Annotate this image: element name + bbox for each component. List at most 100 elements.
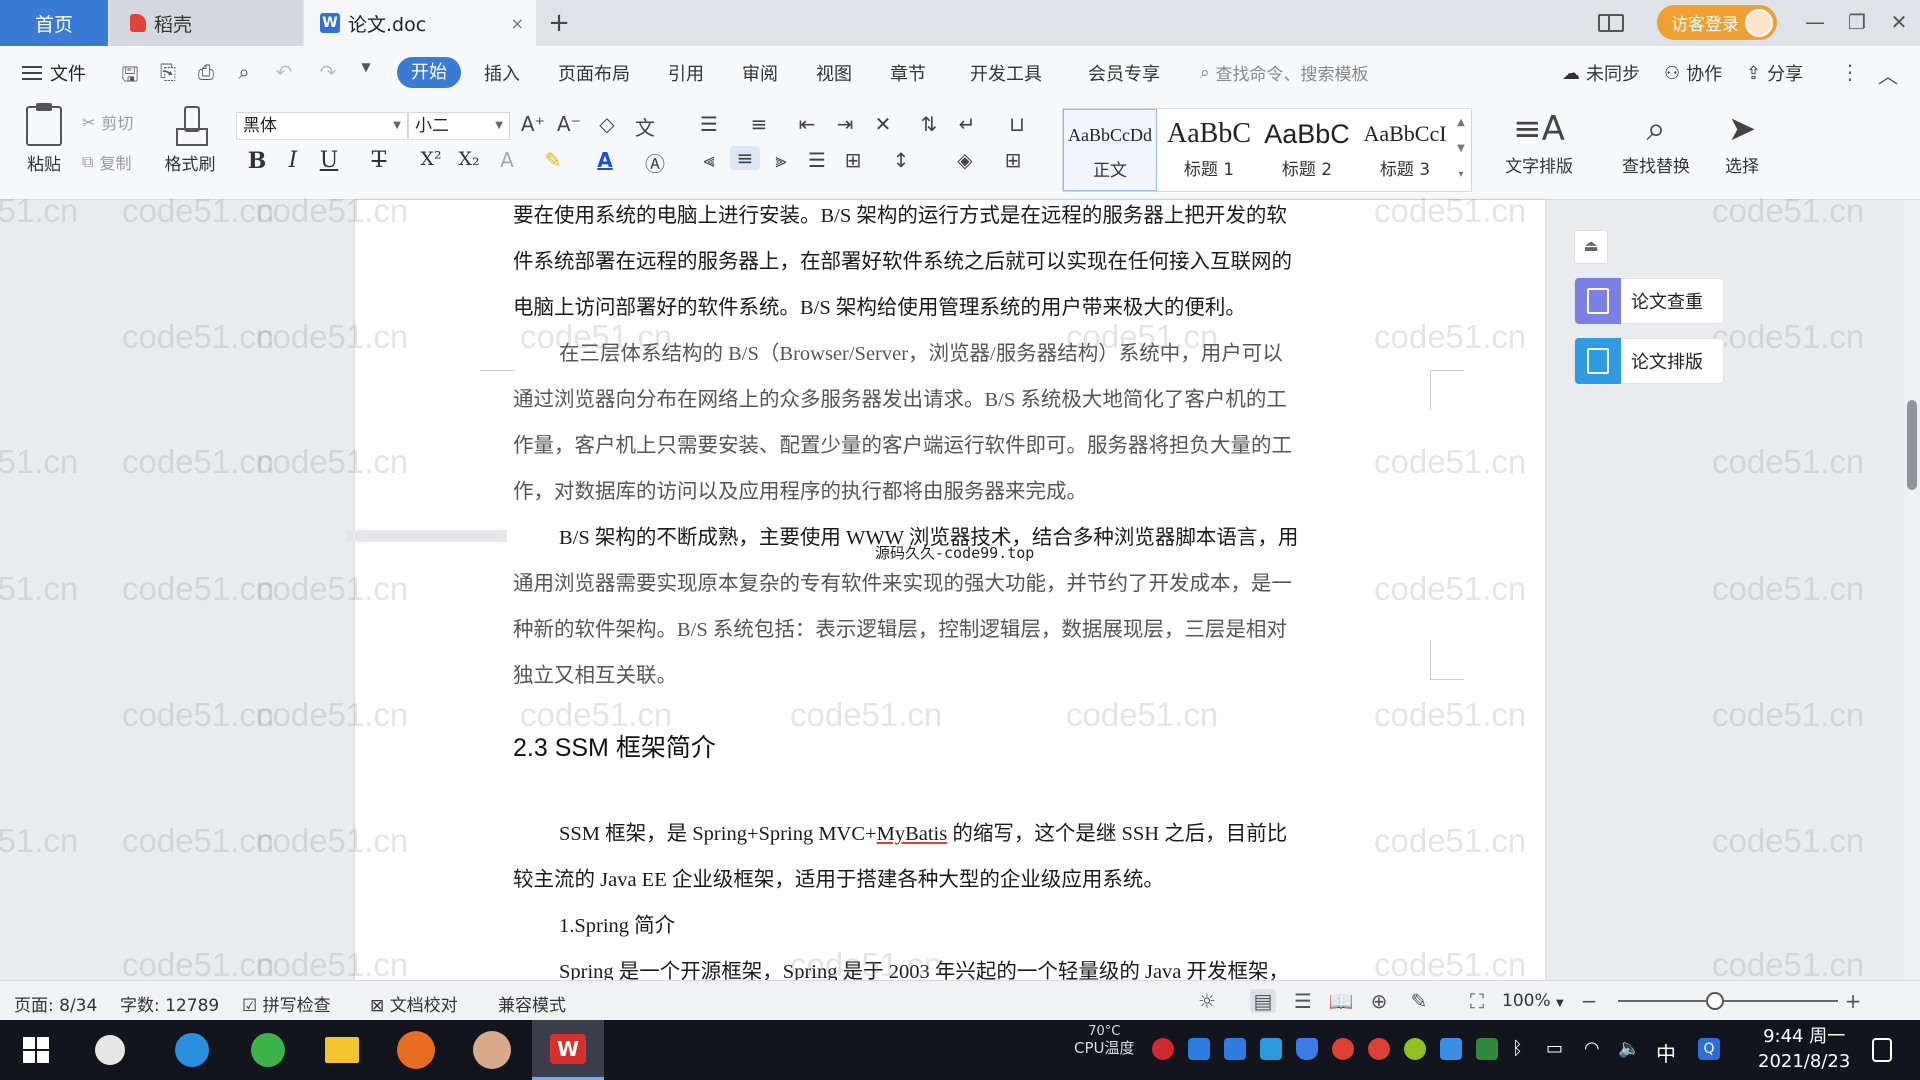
spell-check-button[interactable]: ☑ 拼写检查	[242, 991, 331, 1016]
web-view-icon[interactable]: ⊕	[1366, 989, 1392, 1013]
style-heading-2[interactable]: AaBbC 标题 2	[1259, 109, 1355, 191]
taskbar-app-photo[interactable]	[456, 1020, 528, 1080]
font-color-icon[interactable]: A	[590, 148, 620, 172]
zoom-level[interactable]: 100% ▼	[1502, 991, 1564, 1011]
print-preview-icon[interactable]: ⌕	[230, 60, 258, 84]
tab-ruler-icon[interactable]: ⊔	[1002, 112, 1032, 136]
chinese-layout-icon[interactable]: ✕	[868, 112, 898, 136]
sync-button[interactable]: ☁ 未同步	[1562, 60, 1640, 86]
system-clock[interactable]: 9:44 周一 2021/8/23	[1758, 1024, 1850, 1074]
copy-button[interactable]: ⧉ 复制	[82, 150, 131, 174]
eye-protection-icon[interactable]: ☼	[1194, 989, 1220, 1013]
tray-icon[interactable]	[1224, 1038, 1246, 1060]
menu-tab-references[interactable]: 引用	[668, 60, 704, 86]
paper-layout-button[interactable]: 论文排版	[1574, 338, 1724, 384]
fit-page-icon[interactable]: ⛶	[1464, 989, 1490, 1013]
collapse-panel-icon[interactable]: ⏏	[1574, 230, 1608, 264]
menu-tab-chapter[interactable]: 章节	[890, 60, 926, 86]
ime-app-icon[interactable]: Q	[1698, 1038, 1720, 1060]
restore-button[interactable]: ❐	[1842, 10, 1872, 34]
shield-icon[interactable]	[1296, 1038, 1318, 1060]
distribute-icon[interactable]: ⊞	[838, 148, 868, 172]
grow-font-icon[interactable]: A⁺	[518, 112, 548, 136]
tray-icon[interactable]	[1368, 1038, 1390, 1060]
collapse-ribbon-icon[interactable]: ︿	[1874, 60, 1902, 89]
print-icon[interactable]: ⎙	[192, 60, 220, 84]
document-page[interactable]: 要在使用系统的电脑上进行安装。B/S 架构的运行方式是在远程的服务器上把开发的软…	[347, 200, 1545, 983]
zoom-in-icon[interactable]: +	[1840, 989, 1866, 1013]
tab-document[interactable]: W 论文.doc ×	[304, 0, 536, 46]
write-mode-icon[interactable]: ✎	[1406, 989, 1432, 1013]
page-count[interactable]: 页面: 8/34	[14, 991, 97, 1016]
tray-icon[interactable]	[1260, 1038, 1282, 1060]
menu-tab-member[interactable]: 会员专享	[1088, 60, 1160, 86]
menu-tab-developer[interactable]: 开发工具	[970, 60, 1042, 86]
phonetic-guide-icon[interactable]: 文	[630, 112, 660, 141]
strikethrough-button[interactable]: T	[364, 148, 394, 173]
find-replace-button[interactable]: ⌕ 查找替换	[1606, 106, 1706, 177]
tab-home[interactable]: 首页	[0, 0, 108, 46]
cut-button[interactable]: ✂ 剪切	[82, 110, 133, 134]
italic-button[interactable]: I	[278, 148, 308, 173]
style-heading-1[interactable]: AaBbC 标题 1	[1161, 109, 1257, 191]
tray-icon[interactable]	[1332, 1038, 1354, 1060]
style-heading-3[interactable]: AaBbCcI 标题 3	[1357, 109, 1453, 191]
tray-icon[interactable]	[1440, 1038, 1462, 1060]
line-spacing-icon[interactable]: ↕	[886, 148, 916, 172]
font-size-select[interactable]: 小二 ▼	[408, 112, 510, 140]
file-menu[interactable]: 文件	[22, 60, 86, 86]
start-button[interactable]	[0, 1020, 72, 1080]
zoom-slider-handle[interactable]	[1706, 992, 1724, 1010]
format-painter-button[interactable]: 格式刷	[160, 106, 220, 175]
text-effect-icon[interactable]: A	[492, 148, 522, 172]
taskbar-app-media[interactable]	[380, 1020, 452, 1080]
document-proof-button[interactable]: ⊠ 文档校对	[370, 991, 458, 1016]
close-window-button[interactable]: ✕	[1884, 10, 1914, 34]
outline-view-icon[interactable]: ☰	[1290, 989, 1316, 1013]
quick-access-dropdown-icon[interactable]: ▼	[352, 60, 380, 74]
taskbar-app-pinwheel[interactable]	[74, 1020, 146, 1080]
shrink-font-icon[interactable]: A⁻	[554, 112, 584, 136]
paste-button[interactable]: 粘贴	[16, 103, 72, 175]
align-left-icon[interactable]: ⫷	[694, 148, 724, 172]
align-center-icon[interactable]: ≡	[730, 146, 760, 170]
export-pdf-icon[interactable]: ⎘	[154, 60, 182, 84]
text-layout-button[interactable]: ≡A 文字排版	[1494, 106, 1584, 177]
taskbar-app-wps[interactable]: W	[532, 1020, 604, 1080]
more-options-icon[interactable]: ⋮	[1836, 60, 1864, 84]
share-button[interactable]: ⇪ 分享	[1746, 60, 1803, 86]
taskbar-app-browser[interactable]	[232, 1020, 304, 1080]
paper-check-button[interactable]: 论文查重	[1574, 278, 1724, 324]
tray-icon[interactable]	[1476, 1038, 1498, 1060]
volume-icon[interactable]: 🔈	[1618, 1038, 1640, 1060]
layout-toggle-icon[interactable]	[1598, 0, 1630, 46]
style-normal[interactable]: AaBbCcDd 正文	[1063, 109, 1157, 191]
numbered-list-icon[interactable]: ≡	[744, 112, 774, 136]
select-button[interactable]: ➤ 选择	[1712, 106, 1772, 177]
new-tab-button[interactable]: +	[544, 8, 574, 38]
menu-tab-home[interactable]: 开始	[397, 57, 461, 88]
bullet-list-icon[interactable]: ☰	[694, 112, 724, 136]
menu-tab-page-layout[interactable]: 页面布局	[558, 60, 630, 86]
undo-icon[interactable]: ↶	[270, 60, 298, 84]
sort-icon[interactable]: ⇅	[914, 112, 944, 136]
cpu-temperature[interactable]: 70°C CPU温度	[1074, 1024, 1135, 1056]
minimize-button[interactable]: —	[1800, 10, 1830, 34]
scrollbar-thumb[interactable]	[1907, 400, 1917, 490]
increase-indent-icon[interactable]: ⇥	[830, 112, 860, 136]
zoom-slider[interactable]	[1618, 1000, 1838, 1002]
menu-tab-insert[interactable]: 插入	[484, 60, 520, 86]
font-family-select[interactable]: 黑体 ▼	[236, 112, 408, 140]
zoom-out-icon[interactable]: −	[1576, 989, 1602, 1013]
bold-button[interactable]: B	[242, 148, 272, 174]
character-border-icon[interactable]: Ⓐ	[640, 148, 670, 177]
decrease-indent-icon[interactable]: ⇤	[792, 112, 822, 136]
menu-tab-view[interactable]: 视图	[816, 60, 852, 86]
reading-view-icon[interactable]: 📖	[1328, 989, 1354, 1013]
collaborate-button[interactable]: ⚇ 协作	[1664, 60, 1722, 86]
tray-icon[interactable]	[1404, 1038, 1426, 1060]
visitor-login-button[interactable]: 访客登录	[1657, 5, 1777, 40]
shading-icon[interactable]: ◈	[950, 148, 980, 172]
redo-icon[interactable]: ↷	[314, 60, 342, 84]
vertical-scrollbar[interactable]	[1904, 200, 1920, 980]
